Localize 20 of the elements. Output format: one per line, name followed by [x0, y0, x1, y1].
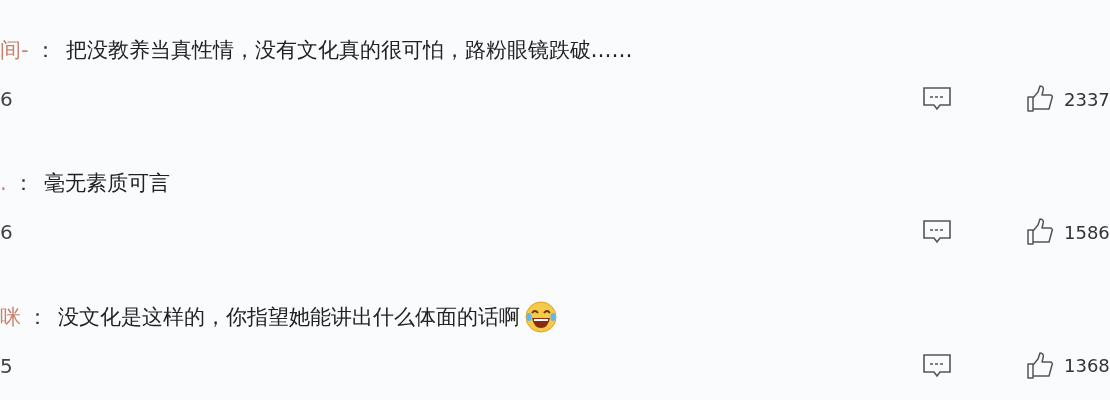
comment-date: 6 — [0, 220, 14, 245]
thumbs-up-icon[interactable] — [1026, 85, 1054, 113]
comment-text: 把没教养当真性情，没有文化真的很可怕，路粉眼镜跌破…… — [65, 37, 633, 64]
thumbs-up-icon[interactable] — [1026, 218, 1054, 247]
author-separator: ： — [12, 170, 34, 198]
comment-text: 没文化是这样的，你指望她能讲出什么体面的话啊 — [58, 303, 520, 331]
like-count: 1586 — [1064, 221, 1110, 243]
comment-author[interactable]: 间- — [0, 36, 29, 64]
comment-date: 6 — [0, 87, 14, 111]
comment-date: 5 — [0, 353, 14, 378]
comment-icon[interactable] — [922, 351, 952, 380]
comment-text: 毫无素质可言 — [43, 170, 170, 198]
thumbs-up-icon[interactable] — [1026, 351, 1054, 380]
comment-author[interactable]: . — [0, 171, 7, 196]
like-count: 2337 — [1064, 88, 1110, 110]
author-separator: ： — [27, 303, 48, 331]
like-count: 1368 — [1064, 355, 1110, 377]
author-separator: ： — [34, 37, 56, 64]
comment-icon[interactable] — [922, 85, 952, 113]
comment-author[interactable]: 咪 — [0, 302, 21, 331]
